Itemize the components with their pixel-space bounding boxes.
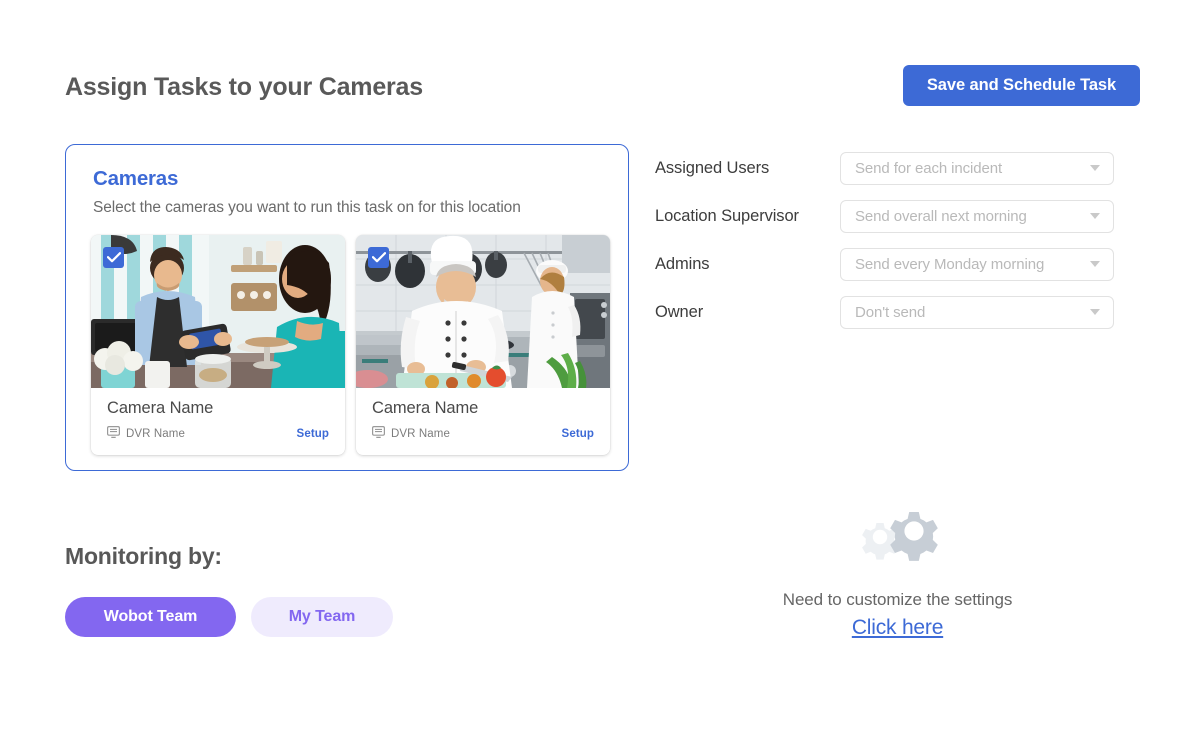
owner-select-value: Don't send	[841, 304, 925, 321]
location-supervisor-select[interactable]: Send overall next morning	[840, 200, 1114, 233]
notification-settings-form: Assigned Users Send for each incident Lo…	[655, 144, 1140, 336]
camera-card[interactable]: Camera Name DVR Name	[91, 235, 345, 455]
customize-settings-cta: Need to customize the settings Click her…	[655, 506, 1140, 640]
monitoring-options: Wobot Team My Team	[65, 597, 393, 637]
form-row-admins: Admins Send every Monday morning	[655, 240, 1140, 288]
chevron-down-icon	[1090, 213, 1100, 219]
dvr-name: DVR Name	[391, 428, 450, 440]
click-here-link[interactable]: Click here	[852, 616, 943, 640]
assigned-users-select[interactable]: Send for each incident	[840, 152, 1114, 185]
chevron-down-icon	[1090, 261, 1100, 267]
customize-settings-text: Need to customize the settings	[655, 590, 1140, 610]
monitoring-section: Monitoring by: Wobot Team My Team	[65, 543, 393, 637]
monitoring-title: Monitoring by:	[65, 543, 393, 570]
admins-select-value: Send every Monday morning	[841, 256, 1044, 273]
form-label-assigned-users: Assigned Users	[655, 159, 840, 178]
dvr-info: DVR Name	[107, 425, 185, 443]
form-row-owner: Owner Don't send	[655, 288, 1140, 336]
camera-grid: Camera Name DVR Name	[91, 235, 610, 455]
camera-card[interactable]: Camera Name DVR Name	[356, 235, 610, 455]
dvr-name: DVR Name	[126, 428, 185, 440]
admins-select[interactable]: Send every Monday morning	[840, 248, 1114, 281]
camera-thumbnail-commercial-kitchen[interactable]	[356, 235, 610, 388]
owner-select[interactable]: Don't send	[840, 296, 1114, 329]
cameras-subtitle: Select the cameras you want to run this …	[93, 199, 521, 217]
form-label-location-supervisor: Location Supervisor	[655, 207, 840, 226]
cameras-panel: Cameras Select the cameras you want to r…	[65, 144, 629, 471]
camera-select-checkbox[interactable]	[368, 247, 389, 268]
camera-meta: Camera Name DVR Name	[91, 388, 345, 455]
form-row-location-supervisor: Location Supervisor Send overall next mo…	[655, 192, 1140, 240]
camera-footer: DVR Name Setup	[372, 425, 594, 443]
save-and-schedule-task-button[interactable]: Save and Schedule Task	[903, 65, 1140, 106]
monitoring-option-my-team[interactable]: My Team	[251, 597, 393, 637]
page-header: Assign Tasks to your Cameras Save and Sc…	[65, 65, 1140, 123]
app-window: Assign Tasks to your Cameras Save and Sc…	[12, 10, 1190, 731]
camera-select-checkbox[interactable]	[103, 247, 124, 268]
camera-name: Camera Name	[372, 399, 594, 418]
camera-name: Camera Name	[107, 399, 329, 418]
assigned-users-select-value: Send for each incident	[841, 160, 1002, 177]
page-title: Assign Tasks to your Cameras	[65, 73, 423, 102]
camera-setup-link[interactable]: Setup	[297, 428, 329, 440]
gears-icon	[655, 506, 1140, 575]
monitoring-option-wobot-team[interactable]: Wobot Team	[65, 597, 236, 637]
form-row-assigned-users: Assigned Users Send for each incident	[655, 144, 1140, 192]
location-supervisor-select-value: Send overall next morning	[841, 208, 1027, 225]
camera-footer: DVR Name Setup	[107, 425, 329, 443]
camera-setup-link[interactable]: Setup	[562, 428, 594, 440]
monitor-icon	[107, 425, 120, 443]
monitor-icon	[372, 425, 385, 443]
chevron-down-icon	[1090, 165, 1100, 171]
form-label-owner: Owner	[655, 303, 840, 322]
chevron-down-icon	[1090, 309, 1100, 315]
camera-meta: Camera Name DVR Name	[356, 388, 610, 455]
dvr-info: DVR Name	[372, 425, 450, 443]
camera-thumbnail-retail-checkout[interactable]	[91, 235, 345, 388]
cameras-heading: Cameras	[93, 167, 178, 191]
form-label-admins: Admins	[655, 255, 840, 274]
